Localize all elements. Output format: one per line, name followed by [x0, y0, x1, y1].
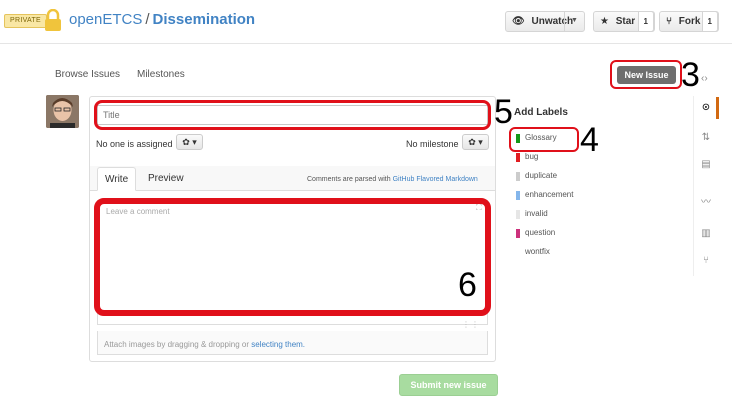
label-color-swatch — [516, 153, 520, 162]
unwatch-button[interactable]: 👁 Unwatch ▼ — [505, 11, 585, 32]
milestones-link[interactable]: Milestones — [137, 69, 185, 80]
star-icon: ★ — [600, 16, 609, 27]
assignee-gear-button[interactable]: ✿ ▾ — [176, 134, 203, 150]
star-count[interactable]: 1 — [637, 11, 654, 32]
repo-separator: / — [145, 11, 150, 28]
wiki-icon[interactable]: ▤ — [699, 158, 713, 172]
labels-title: Add Labels — [514, 107, 568, 118]
highlight-comment — [94, 198, 491, 316]
label-color-swatch — [516, 210, 520, 219]
highlight-new-issue — [610, 60, 682, 89]
label-name: enhancement — [525, 190, 574, 199]
fork-icon: ⑂ — [666, 16, 672, 27]
markdown-note: Comments are parsed with GitHub Flavored… — [307, 176, 478, 183]
chevron-down-icon[interactable]: ▼ — [564, 11, 584, 32]
issues-icon[interactable]: ⊙ — [699, 101, 713, 115]
fork-count[interactable]: 1 — [701, 11, 718, 32]
label-name: duplicate — [525, 171, 558, 180]
label-color-swatch — [516, 229, 520, 238]
attach-text: Attach images by dragging & dropping or — [104, 340, 249, 349]
avatar — [46, 95, 79, 128]
annotation-3: 3 — [681, 56, 700, 94]
resize-handle[interactable]: ⋮⋮ — [462, 320, 480, 329]
milestone-gear-button[interactable]: ✿ ▾ — [462, 134, 489, 150]
label-name: bug — [525, 152, 539, 161]
eye-icon: 👁 — [512, 16, 525, 27]
pulse-icon[interactable]: 〰 — [699, 196, 713, 210]
star-label: Star — [615, 16, 636, 27]
private-badge: PRIVATE — [4, 14, 48, 28]
browse-issues-link[interactable]: Browse Issues — [55, 69, 120, 80]
active-indicator — [716, 97, 719, 119]
repo-name-link[interactable]: Dissemination — [153, 11, 256, 28]
assignee-text: No one is assigned — [96, 139, 173, 149]
graphs-icon[interactable]: ▥ — [699, 227, 713, 241]
tab-write[interactable]: Write — [97, 167, 137, 191]
network-icon[interactable]: ⑂ — [699, 254, 713, 268]
label-name: question — [525, 228, 556, 237]
select-files-link[interactable]: selecting them. — [251, 340, 305, 349]
gear-icon: ✿ ▾ — [468, 137, 483, 147]
star-button[interactable]: ★ Star 1 — [593, 11, 655, 32]
label-color-swatch — [516, 191, 520, 200]
label-color-swatch — [516, 172, 520, 181]
repo-sidebar — [693, 96, 719, 276]
annotation-4: 4 — [580, 121, 599, 159]
tab-preview[interactable]: Preview — [141, 167, 191, 191]
lock-icon — [45, 9, 61, 31]
repo-header: PRIVATE openETCS / Dissemination 👁 Unwatch… — [0, 0, 732, 44]
milestone-text: No milestone — [406, 139, 459, 149]
label-name: wontfix — [525, 247, 550, 256]
annotation-6: 6 — [458, 266, 477, 304]
highlight-title — [94, 100, 491, 130]
attach-bar: Attach images by dragging & dropping or … — [97, 331, 488, 355]
label-color-swatch — [516, 248, 520, 257]
page: PRIVATE openETCS / Dissemination 👁 Unwatch… — [0, 0, 732, 414]
code-icon: ‹› — [701, 73, 708, 84]
gear-icon: ✿ ▾ — [182, 137, 197, 147]
label-name: invalid — [525, 209, 548, 218]
repo-owner-link[interactable]: openETCS — [69, 11, 142, 28]
annotation-5: 5 — [494, 93, 513, 131]
repo-title: openETCS / Dissemination — [69, 11, 255, 28]
markdown-link[interactable]: GitHub Flavored Markdown — [393, 176, 478, 183]
markdown-note-prefix: Comments are parsed with — [307, 176, 391, 183]
pull-request-icon[interactable]: ⇅ — [699, 131, 713, 145]
submit-issue-button[interactable]: Submit new issue — [399, 374, 498, 396]
fork-button[interactable]: ⑂ Fork 1 — [659, 11, 719, 32]
highlight-glossary — [509, 127, 579, 152]
